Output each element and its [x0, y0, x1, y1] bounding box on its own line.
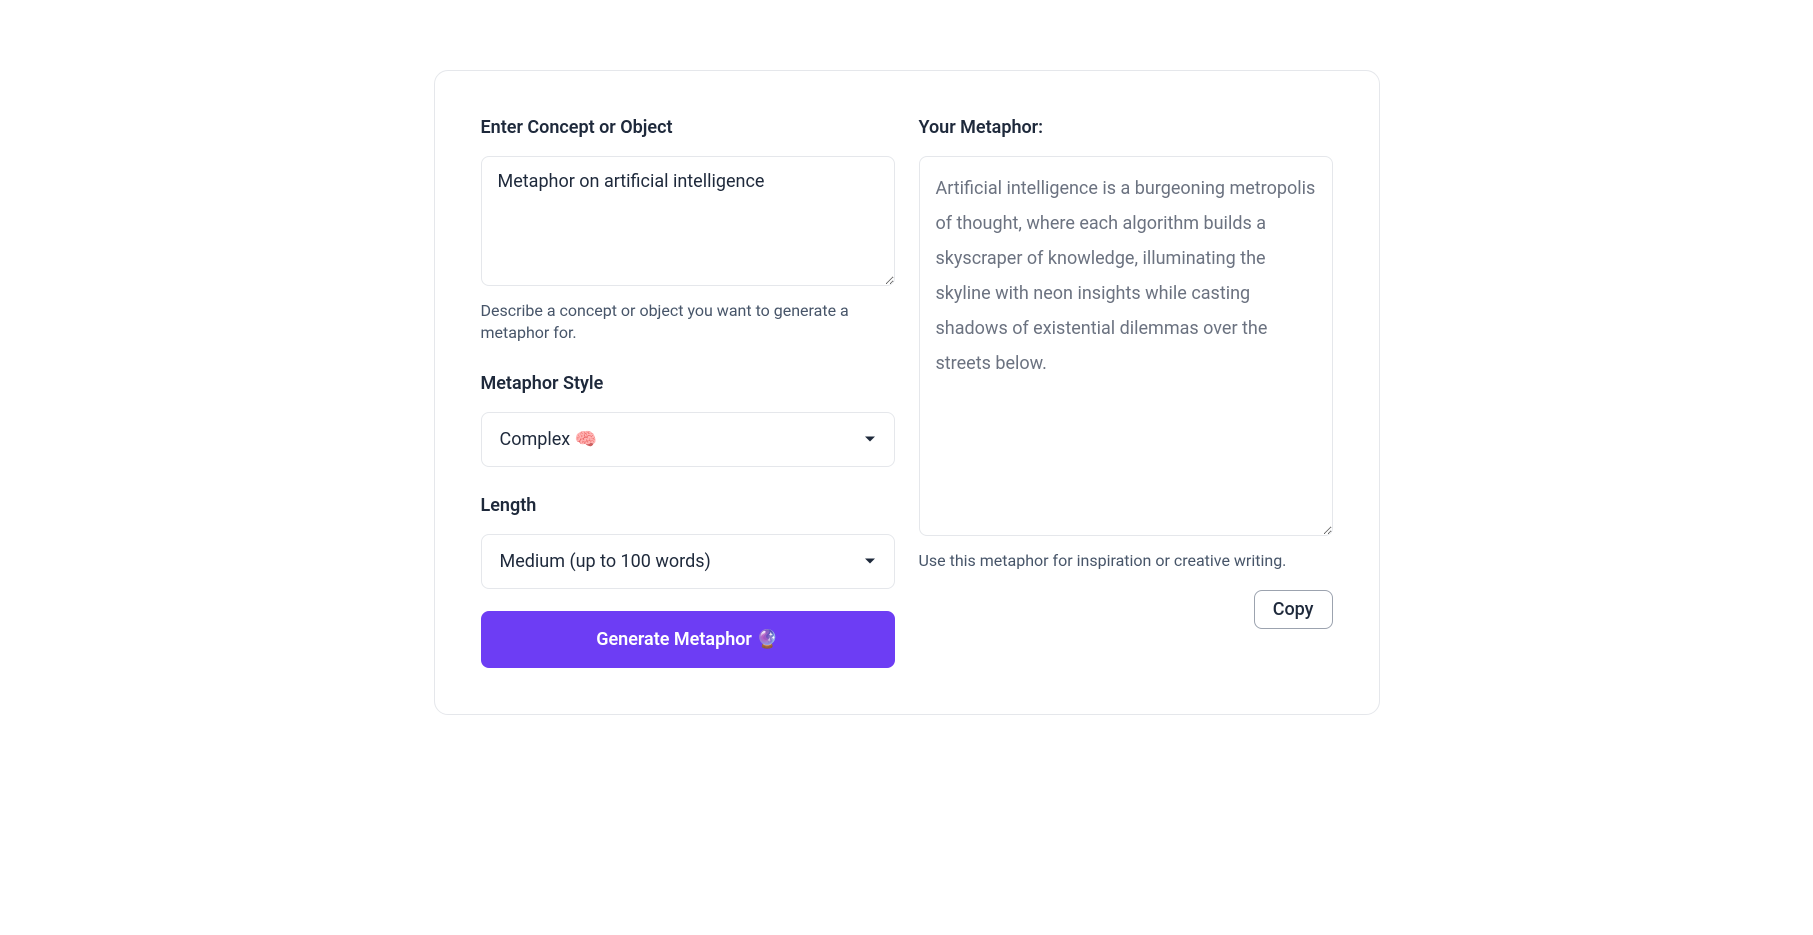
- length-select[interactable]: Medium (up to 100 words): [481, 534, 895, 589]
- copy-row: Copy: [919, 590, 1333, 629]
- copy-button[interactable]: Copy: [1254, 590, 1333, 629]
- output-column: Your Metaphor: Use this metaphor for ins…: [919, 117, 1333, 668]
- output-help-text: Use this metaphor for inspiration or cre…: [919, 550, 1333, 572]
- metaphor-output[interactable]: [919, 156, 1333, 536]
- style-select[interactable]: Complex 🧠: [481, 412, 895, 467]
- metaphor-generator-card: Enter Concept or Object Describe a conce…: [434, 70, 1380, 715]
- style-label: Metaphor Style: [481, 373, 895, 394]
- style-select-wrapper: Complex 🧠: [481, 412, 895, 467]
- length-select-wrapper: Medium (up to 100 words): [481, 534, 895, 589]
- length-label: Length: [481, 495, 895, 516]
- generate-button[interactable]: Generate Metaphor 🔮: [481, 611, 895, 668]
- input-column: Enter Concept or Object Describe a conce…: [481, 117, 895, 668]
- concept-help-text: Describe a concept or object you want to…: [481, 300, 895, 345]
- concept-input[interactable]: [481, 156, 895, 286]
- output-label: Your Metaphor:: [919, 117, 1333, 138]
- concept-label: Enter Concept or Object: [481, 117, 895, 138]
